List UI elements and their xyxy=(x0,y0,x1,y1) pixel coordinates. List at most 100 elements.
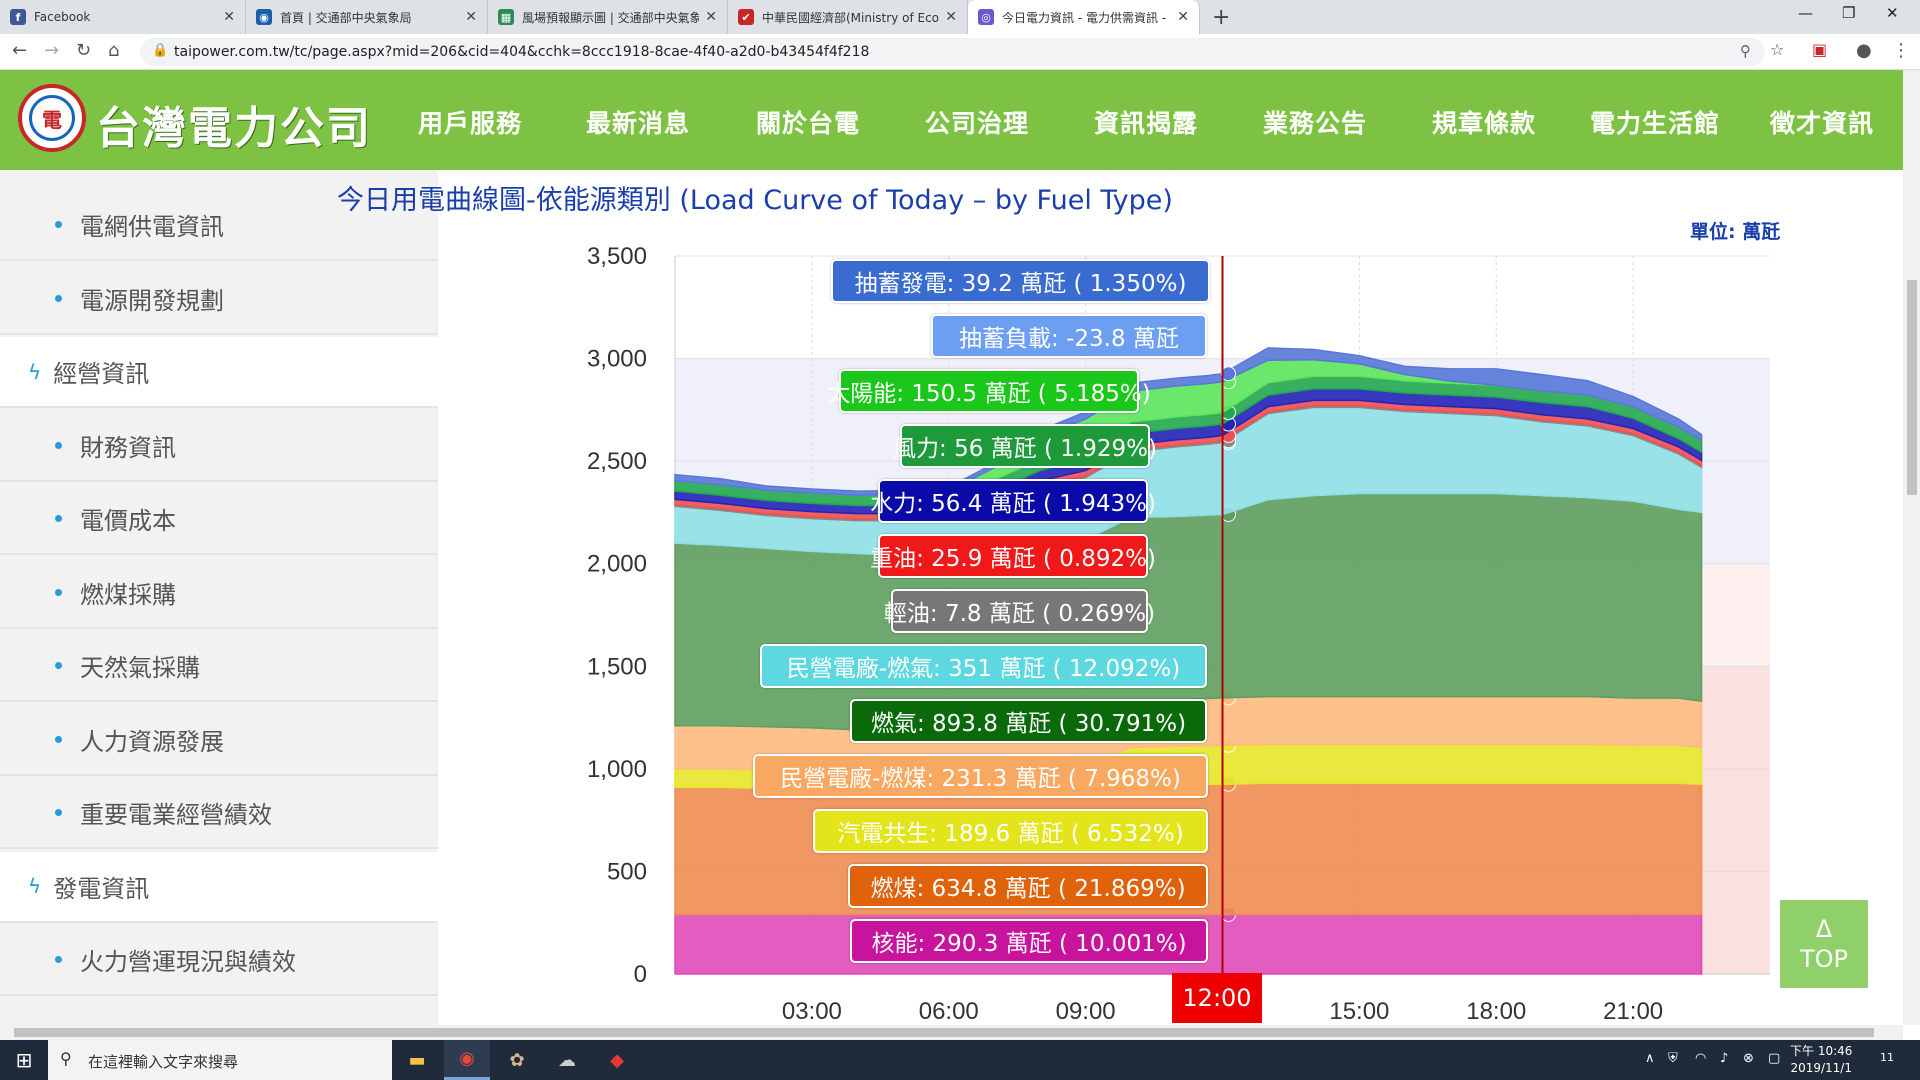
y-tick-label: 500 xyxy=(607,858,647,885)
wifi-icon[interactable]: ◠ xyxy=(1695,1051,1706,1066)
browser-tab[interactable]: f Facebook ✕ xyxy=(0,0,246,34)
forward-icon[interactable]: → xyxy=(44,40,59,61)
y-tick-label: 1,500 xyxy=(587,653,647,680)
series-point-marker[interactable] xyxy=(1221,366,1236,382)
url-field[interactable]: 🔒 taipower.com.tw/tc/page.aspx?mid=206&c… xyxy=(140,38,1765,66)
zoom-icon[interactable]: ⚲ xyxy=(1740,42,1751,60)
nav-menu-item[interactable]: 公司治理 xyxy=(925,104,1029,140)
lock-icon[interactable]: 🔒 xyxy=(152,43,168,58)
tab-close-icon[interactable]: ✕ xyxy=(1177,9,1189,25)
y-tick-label: 2,000 xyxy=(587,551,647,578)
home-icon[interactable]: ⌂ xyxy=(108,40,119,61)
sidebar-item[interactable]: 電價成本 xyxy=(0,484,438,555)
browser-tab-bar: f Facebook ✕ ◉ 首頁 | 交通部中央氣象局 ✕ ▦ 風場預報顯示圖 | 交通部中… xyxy=(0,0,1920,34)
tab-close-icon[interactable]: ✕ xyxy=(223,9,235,25)
ime-icon[interactable]: ▢ xyxy=(1768,1051,1780,1066)
notification-count-badge[interactable]: 11 xyxy=(1880,1051,1894,1064)
y-tick-label: 3,000 xyxy=(587,346,647,373)
bullet-dot-icon xyxy=(55,809,62,816)
minimize-icon[interactable]: — xyxy=(1798,4,1813,22)
nav-menu-item[interactable]: 徵才資訊 xyxy=(1770,104,1874,140)
series-tooltip: 民營電廠-燃煤: 231.3 萬瓩 ( 7.968%) xyxy=(753,754,1208,798)
tray-expand-icon[interactable]: ∧ xyxy=(1645,1051,1655,1066)
nav-menu-item[interactable]: 用戶服務 xyxy=(418,104,522,140)
sidebar-item-label: 經營資訊 xyxy=(53,360,150,388)
tray-shield-icon[interactable]: ⛨ xyxy=(1668,1051,1678,1066)
sidebar-item[interactable]: 財務資訊 xyxy=(0,410,438,482)
series-tooltip: 燃煤: 634.8 萬瓩 ( 21.869%) xyxy=(848,864,1208,908)
series-tooltip: 水力: 56.4 萬瓩 ( 1.943%) xyxy=(870,479,1156,523)
x-tick-label: 09:00 xyxy=(1056,998,1116,1025)
file-explorer-icon[interactable]: ▬ xyxy=(394,1040,440,1080)
sidebar-item[interactable]: 火力營運現況與績效 xyxy=(0,925,438,996)
new-tab-button[interactable]: + xyxy=(1212,5,1230,30)
lightning-icon: ϟ xyxy=(28,874,42,898)
sidebar-item[interactable]: 重要電業經營績效 xyxy=(0,778,438,849)
horizontal-scroll-thumb[interactable] xyxy=(14,1028,1874,1037)
vertical-scrollbar[interactable] xyxy=(1903,70,1920,1025)
app-icon-3[interactable]: ✿ xyxy=(494,1040,540,1080)
close-window-icon[interactable]: ✕ xyxy=(1886,4,1899,22)
browser-tab[interactable]: ◉ 首頁 | 交通部中央氣象局 ✕ xyxy=(246,0,488,34)
series-tooltip: 核能: 290.3 萬瓩 ( 10.001%) xyxy=(850,919,1208,963)
nav-menu-item[interactable]: 規章條款 xyxy=(1432,104,1536,140)
volume-icon[interactable]: ♪ xyxy=(1720,1051,1728,1066)
sidebar-item-label: 燃煤採購 xyxy=(80,580,176,609)
app-icon-4[interactable]: ☁ xyxy=(544,1040,590,1080)
nav-menu-item[interactable]: 業務公告 xyxy=(1263,104,1367,140)
taskbar-search-placeholder: 在這裡輸入文字來搜尋 xyxy=(88,1053,239,1071)
tab-close-icon[interactable]: ✕ xyxy=(465,9,477,25)
sidebar-item[interactable]: 天然氣採購 xyxy=(0,631,438,702)
taskbar-clock[interactable]: 下午 10:46 2019/11/1 xyxy=(1790,1043,1852,1077)
bullet-dot-icon xyxy=(55,956,62,963)
sidebar-item-label: 財務資訊 xyxy=(80,433,176,462)
horizontal-scrollbar[interactable] xyxy=(0,1025,1903,1040)
browser-tab[interactable]: ◎ 今日電力資訊 - 電力供需資訊 - 台 ✕ xyxy=(968,0,1200,34)
nav-menu-item[interactable]: 資訊揭露 xyxy=(1094,104,1198,140)
bookmark-star-icon[interactable]: ☆ xyxy=(1770,40,1784,59)
app-icon-5[interactable]: ◆ xyxy=(594,1040,640,1080)
cwb-icon: ◉ xyxy=(256,9,272,25)
series-tooltip: 風力: 56 萬瓩 ( 1.929%) xyxy=(893,424,1157,468)
nav-menu-item[interactable]: 最新消息 xyxy=(586,104,690,140)
back-to-top-button[interactable]: Δ TOP xyxy=(1780,900,1868,988)
address-bar: ← → ↻ ⌂ 🔒 taipower.com.tw/tc/page.aspx?m… xyxy=(0,34,1920,70)
nav-menu-item[interactable]: 關於台電 xyxy=(756,104,860,140)
tray-misc-icon[interactable]: ⊗ xyxy=(1743,1051,1754,1066)
sidebar-item[interactable]: 電源開發規劃 xyxy=(0,263,438,335)
browser-tab[interactable]: ▦ 風場預報顯示圖 | 交通部中央氣象 ✕ xyxy=(488,0,728,34)
clock-time: 下午 10:46 xyxy=(1790,1044,1853,1058)
series-tooltip: 汽電共生: 189.6 萬瓩 ( 6.532%) xyxy=(813,809,1208,853)
vertical-scroll-thumb[interactable] xyxy=(1907,280,1917,495)
y-tick-label: 2,500 xyxy=(587,448,647,475)
tab-close-icon[interactable]: ✕ xyxy=(945,9,957,25)
sidebar-item-label: 人力資源發展 xyxy=(80,727,224,756)
sidebar-category[interactable]: ϟ 經營資訊 xyxy=(0,337,438,408)
taipower-logo[interactable]: 電 xyxy=(18,84,86,152)
chart-band xyxy=(1698,563,1770,667)
browser-tab[interactable]: ✔ 中華民國經濟部(Ministry of Econ ✕ xyxy=(728,0,968,34)
chart-band xyxy=(1698,666,1770,974)
tab-close-icon[interactable]: ✕ xyxy=(705,9,717,25)
x-tick-label: 15:00 xyxy=(1329,998,1389,1025)
sidebar-item[interactable]: 燃煤採購 xyxy=(0,557,438,629)
taskbar-search[interactable]: ⚲ 在這裡輸入文字來搜尋 xyxy=(48,1040,392,1080)
sidebar: 電網供電資訊 電源開發規劃 ϟ 經營資訊 財務資訊 電價成本 燃煤採購 天然氣採購 人力資源發展… xyxy=(0,170,438,1025)
menu-kebab-icon[interactable]: ⋮ xyxy=(1892,40,1910,61)
sidebar-category[interactable]: ϟ 發電資訊 xyxy=(0,851,438,923)
series-tooltip: 太陽能: 150.5 萬瓩 ( 5.185%) xyxy=(827,369,1151,413)
back-icon[interactable]: ← xyxy=(12,40,27,61)
maximize-icon[interactable]: ❐ xyxy=(1842,4,1855,22)
sidebar-item[interactable]: 人力資源發展 xyxy=(0,704,438,776)
logo-text[interactable]: 台灣電力公司 xyxy=(96,92,372,156)
y-tick-label: 3,500 xyxy=(587,243,647,270)
reload-icon[interactable]: ↻ xyxy=(76,40,91,61)
nav-menu-item[interactable]: 電力生活館 xyxy=(1590,104,1720,140)
chrome-icon[interactable]: ◉ xyxy=(444,1040,490,1080)
moea-icon: ✔ xyxy=(738,9,754,25)
windows-start-icon[interactable]: ⊞ xyxy=(0,1040,48,1080)
top-label: TOP xyxy=(1799,945,1849,973)
profile-icon[interactable]: ● xyxy=(1856,40,1872,61)
tab-title: 首頁 | 交通部中央氣象局 xyxy=(280,10,412,25)
extension-icon[interactable]: ▣ xyxy=(1812,40,1827,59)
